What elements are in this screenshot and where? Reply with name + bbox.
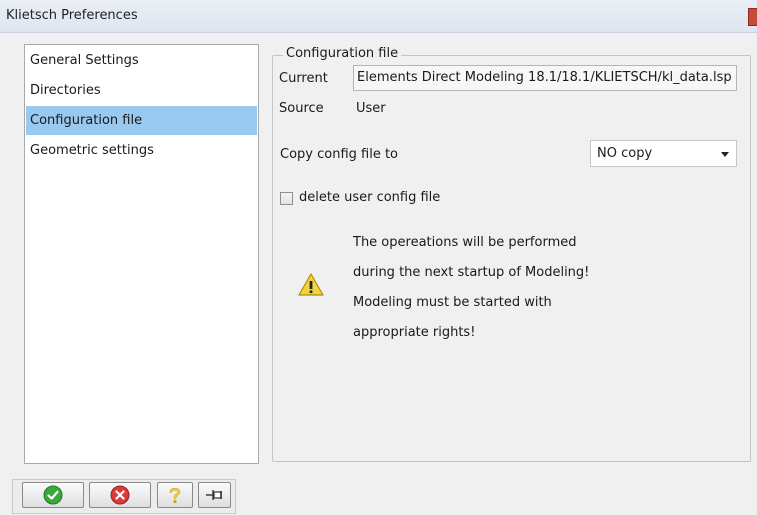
- sidebar-item-label: Configuration file: [30, 113, 143, 128]
- sidebar-item-directories[interactable]: Directories: [26, 76, 257, 105]
- pin-button[interactable]: [198, 482, 231, 508]
- window-title: Klietsch Preferences: [6, 8, 138, 23]
- check-circle-icon: [43, 485, 63, 505]
- help-button[interactable]: [157, 482, 193, 508]
- question-icon: [169, 487, 181, 504]
- sidebar-item-configuration-file[interactable]: Configuration file: [26, 106, 257, 135]
- warning-line-1: The opereations will be performed: [353, 235, 577, 250]
- configuration-file-group: [272, 55, 751, 462]
- warning-line-3: Modeling must be started with: [353, 295, 552, 310]
- current-path-value: Elements Direct Modeling 18.1/18.1/KLIET…: [357, 70, 732, 85]
- delete-user-config-label[interactable]: delete user config file: [299, 190, 440, 205]
- sidebar-item-label: General Settings: [30, 53, 139, 68]
- close-button[interactable]: [748, 8, 757, 26]
- preferences-window: Klietsch Preferences General Settings Di…: [0, 0, 757, 515]
- warning-line-2: during the next startup of Modeling!: [353, 265, 590, 280]
- sidebar-item-geometric-settings[interactable]: Geometric settings: [26, 136, 257, 165]
- source-value: User: [356, 101, 386, 116]
- copy-config-label: Copy config file to: [280, 147, 399, 162]
- chevron-down-icon: [721, 152, 729, 157]
- current-path-field[interactable]: Elements Direct Modeling 18.1/18.1/KLIET…: [353, 65, 737, 91]
- title-bar[interactable]: Klietsch Preferences: [0, 0, 757, 33]
- x-circle-icon: [110, 485, 130, 505]
- copy-target-dropdown[interactable]: NO copy: [590, 140, 737, 167]
- warning-line-4: appropriate rights!: [353, 325, 476, 340]
- category-list: General Settings Directories Configurati…: [24, 44, 259, 464]
- pushpin-icon: [205, 490, 222, 500]
- sidebar-item-label: Directories: [30, 83, 101, 98]
- cancel-button[interactable]: [89, 482, 151, 508]
- group-title: Configuration file: [283, 46, 402, 61]
- sidebar-item-general-settings[interactable]: General Settings: [26, 46, 257, 75]
- current-label: Current: [279, 71, 328, 86]
- delete-user-config-checkbox[interactable]: [280, 192, 293, 205]
- ok-button[interactable]: [22, 482, 84, 508]
- warning-icon: [297, 272, 325, 298]
- sidebar-item-label: Geometric settings: [30, 143, 154, 158]
- source-label: Source: [279, 101, 324, 116]
- dropdown-value: NO copy: [597, 146, 653, 161]
